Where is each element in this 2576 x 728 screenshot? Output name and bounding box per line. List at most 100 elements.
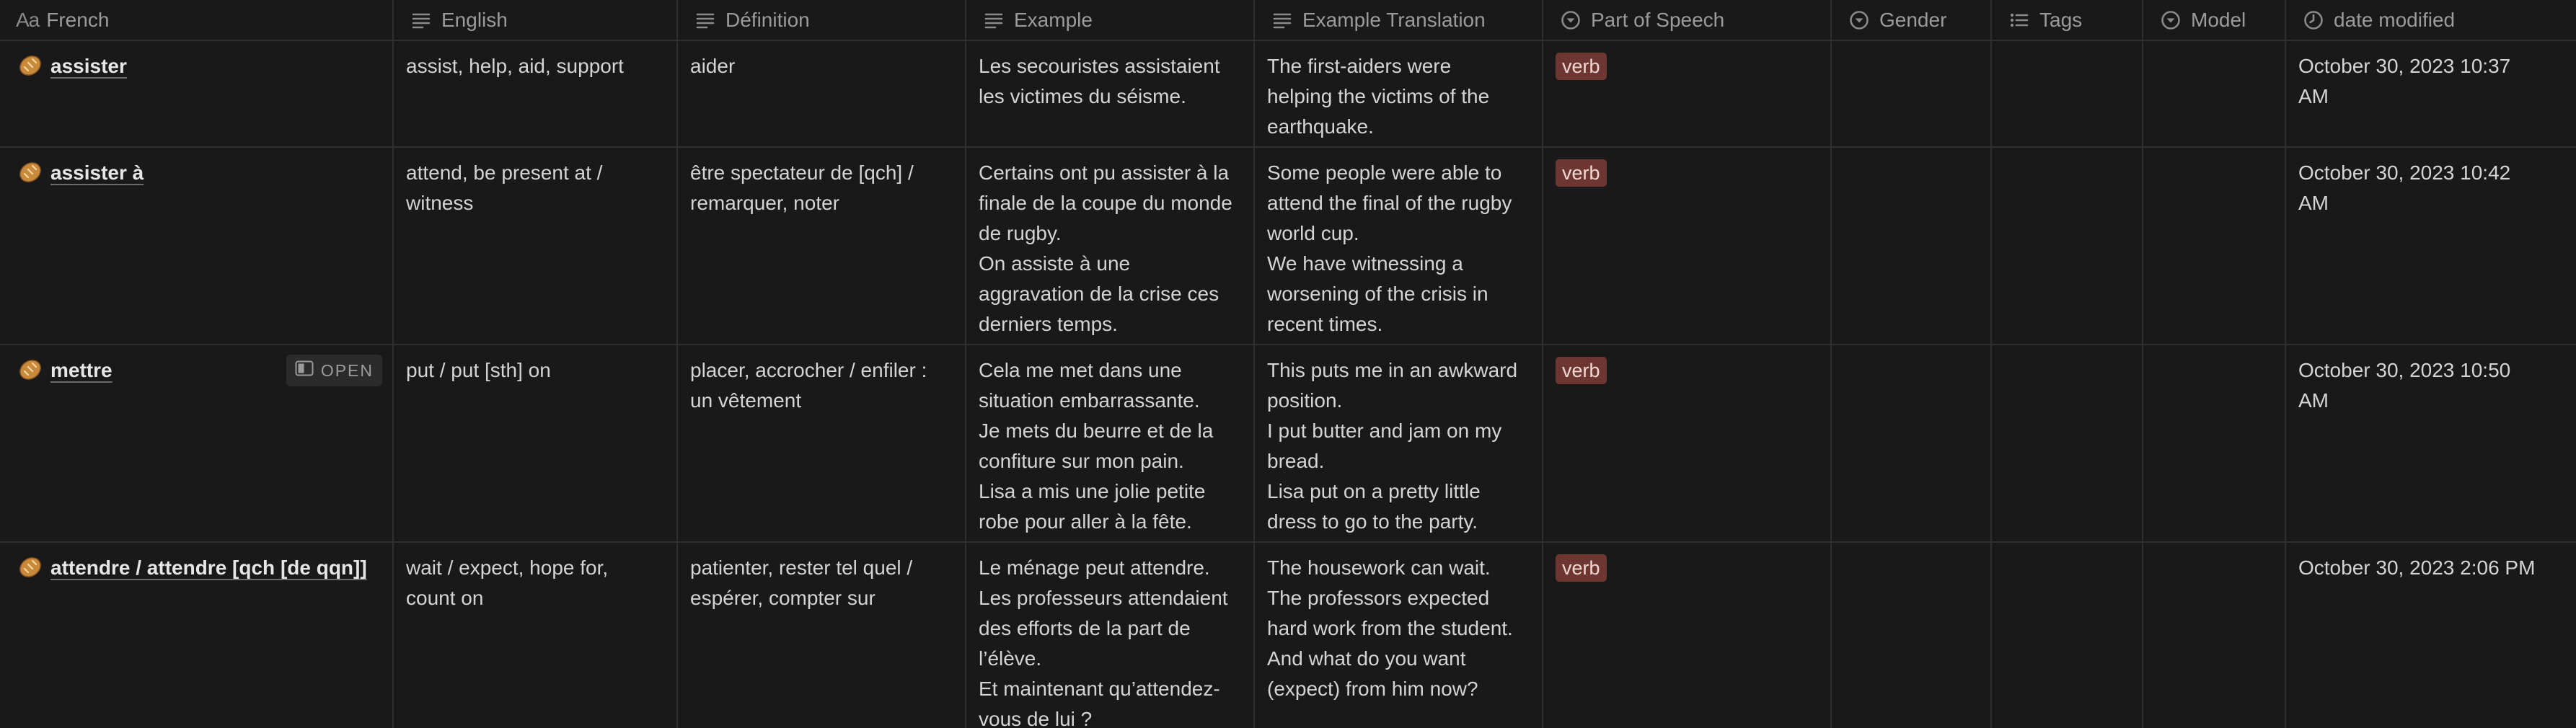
text-line: de rugby. [979,222,1062,244]
clock-icon [2302,9,2325,32]
text-line: aggravation de la crise ces [979,283,1219,305]
example-cell[interactable]: Cela me met dans une situation embarrass… [966,345,1255,541]
french-term[interactable]: mettre [50,355,113,386]
column-header-model[interactable]: Model [2143,0,2286,40]
french-term[interactable]: assister [50,51,127,81]
model-cell[interactable] [2143,148,2286,344]
french-cell[interactable]: assister à [0,148,394,344]
part-of-speech-cell[interactable]: verb [1543,148,1832,344]
text-line: October 30, 2023 10:50 [2298,359,2511,381]
english-cell[interactable]: assist, help, aid, support [394,41,678,146]
text-property-icon [694,9,717,32]
column-label: Example [1014,8,1093,31]
text-line: l’élève. [979,647,1042,670]
french-term[interactable]: assister à [50,158,144,188]
date-modified-cell: October 30, 2023 10:50 AM [2286,345,2576,541]
verb-tag: verb [1556,554,1607,582]
column-header-french[interactable]: Aa French [0,0,394,40]
text-line: position. [1267,389,1343,412]
french-cell[interactable]: mettre OPEN [0,345,394,541]
part-of-speech-cell[interactable]: verb [1543,345,1832,541]
gender-cell[interactable] [1832,41,1992,146]
text-line: The professors expected [1267,587,1490,609]
gender-cell[interactable] [1832,345,1992,541]
french-cell[interactable]: assister [0,41,394,146]
tags-cell[interactable] [1992,41,2143,146]
text-line: earthquake. [1267,115,1374,138]
tags-cell[interactable] [1992,148,2143,344]
tags-cell[interactable] [1992,345,2143,541]
definition-cell[interactable]: aider [678,41,966,146]
text-line: AM [2298,192,2329,214]
text-line: We have witnessing a [1267,252,1463,275]
column-label: date modified [2334,8,2456,31]
date-modified-cell: October 30, 2023 10:37 AM [2286,41,2576,146]
text-line: Les professeurs attendaient [979,587,1228,609]
open-page-button[interactable]: OPEN [286,355,382,386]
model-cell[interactable] [2143,543,2286,728]
column-label: Définition [725,8,810,31]
text-line: placer, accrocher / enfiler : [690,359,927,381]
column-header-example[interactable]: Example [966,0,1255,40]
example-translation-cell[interactable]: Some people were able to attend the fina… [1255,148,1543,344]
column-label: Gender [1879,8,1947,31]
definition-cell[interactable]: placer, accrocher / enfiler : un vêtemen… [678,345,966,541]
example-translation-cell[interactable]: The first-aiders were helping the victim… [1255,41,1543,146]
text-line: I put butter and jam on my [1267,420,1502,442]
example-cell[interactable]: Les secouristes assistaient les victimes… [966,41,1255,146]
table-row[interactable]: attendre / attendre [qch [de qqn]] wait … [0,543,2576,728]
french-cell[interactable]: attendre / attendre [qch [de qqn]] [0,543,394,728]
database-table: Aa French English Définition Example Exa… [0,0,2576,728]
text-line: assist, help, aid, support [406,55,624,77]
verb-tag: verb [1556,159,1607,187]
part-of-speech-cell[interactable]: verb [1543,41,1832,146]
text-line: Lisa put on a pretty little [1267,480,1481,502]
text-line: October 30, 2023 2:06 PM [2298,556,2536,579]
column-header-example-translation[interactable]: Example Translation [1255,0,1543,40]
french-term[interactable]: attendre / attendre [qch [de qqn]] [50,553,367,583]
text-line: On assiste à une [979,252,1131,275]
tags-cell[interactable] [1992,543,2143,728]
text-line: robe pour aller à la fête. [979,510,1192,533]
text-line: Cela me met dans une [979,359,1182,381]
definition-cell[interactable]: patienter, rester tel quel / espérer, co… [678,543,966,728]
model-cell[interactable] [2143,345,2286,541]
column-label: French [46,8,110,31]
english-cell[interactable]: put / put [sth] on [394,345,678,541]
example-cell[interactable]: Le ménage peut attendre. Les professeurs… [966,543,1255,728]
gender-cell[interactable] [1832,148,1992,344]
text-line: witness [406,192,474,214]
table-row[interactable]: mettre OPEN put / put [sth] on placer, a… [0,345,2576,543]
english-cell[interactable]: attend, be present at / witness [394,148,678,344]
english-cell[interactable]: wait / expect, hope for, count on [394,543,678,728]
example-translation-cell[interactable]: This puts me in an awkward position. I p… [1255,345,1543,541]
text-line: vous de lui ? [979,708,1093,728]
date-modified-cell: October 30, 2023 10:42 AM [2286,148,2576,344]
text-line: les victimes du séisme. [979,85,1186,107]
text-line: des efforts de la part de [979,617,1191,639]
definition-cell[interactable]: être spectateur de [qch] / remarquer, no… [678,148,966,344]
column-header-part-of-speech[interactable]: Part of Speech [1543,0,1832,40]
text-line: This puts me in an awkward [1267,359,1518,381]
column-header-english[interactable]: English [394,0,678,40]
table-header: Aa French English Définition Example Exa… [0,0,2576,41]
table-row[interactable]: assister à attend, be present at / witne… [0,148,2576,345]
column-header-definition[interactable]: Définition [678,0,966,40]
example-translation-cell[interactable]: The housework can wait. The professors e… [1255,543,1543,728]
text-line: bread. [1267,450,1325,472]
text-line: The housework can wait. [1267,556,1491,579]
model-cell[interactable] [2143,41,2286,146]
verb-tag: verb [1556,357,1607,384]
column-label: Part of Speech [1591,8,1725,31]
column-header-date-modified[interactable]: date modified [2286,0,2576,40]
text-line: The first-aiders were [1267,55,1452,77]
part-of-speech-cell[interactable]: verb [1543,543,1832,728]
gender-cell[interactable] [1832,543,1992,728]
text-line: finale de la coupe du monde [979,192,1232,214]
column-header-gender[interactable]: Gender [1832,0,1992,40]
table-row[interactable]: assister assist, help, aid, support aide… [0,41,2576,148]
text-property-icon [982,9,1005,32]
example-cell[interactable]: Certains ont pu assister à la finale de … [966,148,1255,344]
column-header-tags[interactable]: Tags [1992,0,2143,40]
select-property-icon [1559,9,1582,32]
